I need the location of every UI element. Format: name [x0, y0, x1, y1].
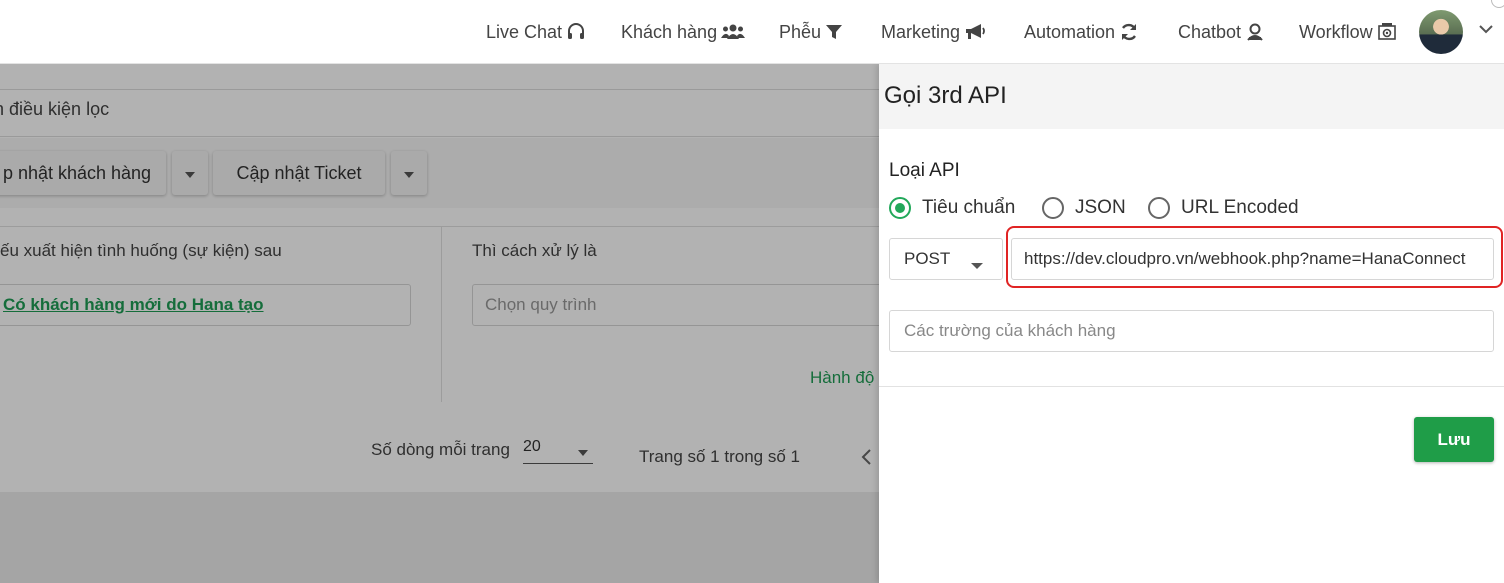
- panel-header: Gọi 3rd API: [879, 64, 1504, 129]
- nav-item-workflow[interactable]: Workflow: [1299, 0, 1397, 64]
- funnel-icon: [825, 23, 843, 41]
- refresh-icon: [1119, 22, 1139, 42]
- nav-item-label: Chatbot: [1178, 21, 1242, 42]
- circle-icon: [1491, 0, 1504, 8]
- http-method-value: POST: [904, 249, 951, 268]
- nav-item-label: Automation: [1024, 21, 1116, 42]
- panel-title: Gọi 3rd API: [884, 82, 1007, 109]
- user-avatar[interactable]: [1419, 10, 1463, 54]
- nav-item-automation[interactable]: Automation: [1024, 0, 1139, 64]
- nav-item-label: Workflow: [1299, 21, 1373, 42]
- nav-item-label: Khách hàng: [621, 21, 718, 42]
- radio-label: URL Encoded: [1181, 197, 1299, 218]
- nav-item-label: Marketing: [881, 21, 961, 42]
- workflow-icon: [1377, 22, 1397, 42]
- top-navbar: Live Chat Khách hàng Phễu Marketing Auto…: [0, 0, 1504, 64]
- nav-item-live-chat[interactable]: Live Chat: [486, 0, 586, 64]
- headset-icon: [566, 22, 586, 42]
- users-icon: [721, 23, 746, 41]
- radio-url-encoded[interactable]: URL Encoded: [1148, 194, 1299, 222]
- nav-item-marketing[interactable]: Marketing: [881, 0, 986, 64]
- save-button[interactable]: Lưu: [1414, 417, 1494, 462]
- radio-label: Tiêu chuẩn: [922, 197, 1016, 218]
- chevron-down-icon[interactable]: [1478, 22, 1494, 40]
- panel-divider: [879, 386, 1504, 387]
- nav-item-funnel[interactable]: Phễu: [779, 0, 843, 64]
- radio-circle[interactable]: [1148, 197, 1170, 219]
- radio-circle[interactable]: [1042, 197, 1064, 219]
- api-call-panel: Gọi 3rd API Loại API Tiêu chuẩn JSON URL…: [879, 64, 1504, 583]
- caret-down-icon: [970, 255, 984, 275]
- nav-item-label: Live Chat: [486, 21, 563, 42]
- radio-label: JSON: [1075, 197, 1126, 218]
- nav-item-label: Phễu: [779, 21, 822, 42]
- megaphone-icon: [964, 23, 986, 41]
- radio-standard[interactable]: Tiêu chuẩn: [889, 194, 1015, 222]
- modal-overlay[interactable]: [0, 64, 879, 583]
- customer-fields-input[interactable]: [889, 310, 1494, 352]
- api-type-label: Loại API: [889, 160, 960, 181]
- http-method-select[interactable]: POST: [889, 238, 1003, 280]
- api-url-input[interactable]: [1011, 238, 1494, 280]
- radio-json[interactable]: JSON: [1042, 194, 1126, 222]
- nav-item-chatbot[interactable]: Chatbot: [1178, 0, 1265, 64]
- bot-icon: [1245, 22, 1265, 42]
- nav-item-customers[interactable]: Khách hàng: [621, 0, 746, 64]
- radio-circle[interactable]: [889, 197, 911, 219]
